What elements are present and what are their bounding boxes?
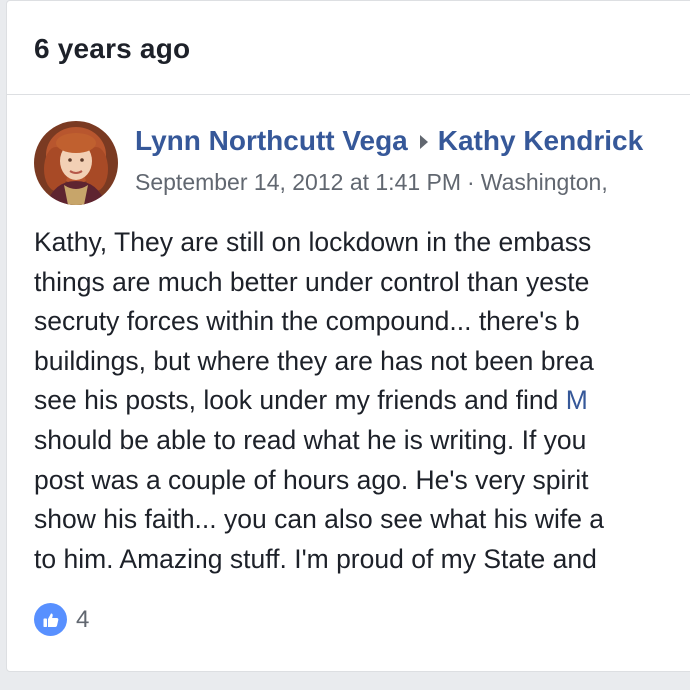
post-header-names: Lynn Northcutt Vega Kathy Kendrick <box>135 125 643 159</box>
post-meta: September 14, 2012 at 1:41 PM · Washington… <box>135 169 608 196</box>
post-location-link[interactable]: Washington, <box>481 169 608 195</box>
arrow-right-icon <box>418 127 430 159</box>
post-line: see his posts, look under my friends and… <box>34 385 588 416</box>
recipient-name-link[interactable]: Kathy Kendrick <box>438 125 643 156</box>
author-name-link[interactable]: Lynn Northcutt Vega <box>135 125 408 156</box>
post-line: show his faith... you can also see what … <box>34 504 605 535</box>
reactions-summary[interactable]: 4 <box>34 603 89 636</box>
post-line: things are much better under control tha… <box>34 266 590 297</box>
like-icon <box>34 603 67 636</box>
post-line: Kathy, They are still on lockdown in the… <box>34 227 592 257</box>
post-line: buildings, but where they are has not be… <box>34 345 594 376</box>
post-line: secruty forces within the compound... th… <box>34 306 580 337</box>
post-line: should be able to read what he is writin… <box>34 424 587 455</box>
card-title: 6 years ago <box>34 33 191 64</box>
author-avatar[interactable] <box>34 121 118 205</box>
memory-card: 6 years ago Lynn Northcutt Vega Kathy Ken… <box>6 0 690 672</box>
card-header: 6 years ago <box>7 1 690 95</box>
post-body: Kathy, They are still on lockdown in the… <box>34 223 690 579</box>
mention-link[interactable]: M <box>566 385 588 415</box>
reaction-count: 4 <box>76 605 90 633</box>
post-line: post was a couple of hours ago. He's ver… <box>34 464 589 495</box>
post-line: to him. Amazing stuff. I'm proud of my S… <box>34 543 597 574</box>
post-timestamp-link[interactable]: September 14, 2012 at 1:41 PM <box>135 169 461 195</box>
meta-separator: · <box>467 169 475 195</box>
